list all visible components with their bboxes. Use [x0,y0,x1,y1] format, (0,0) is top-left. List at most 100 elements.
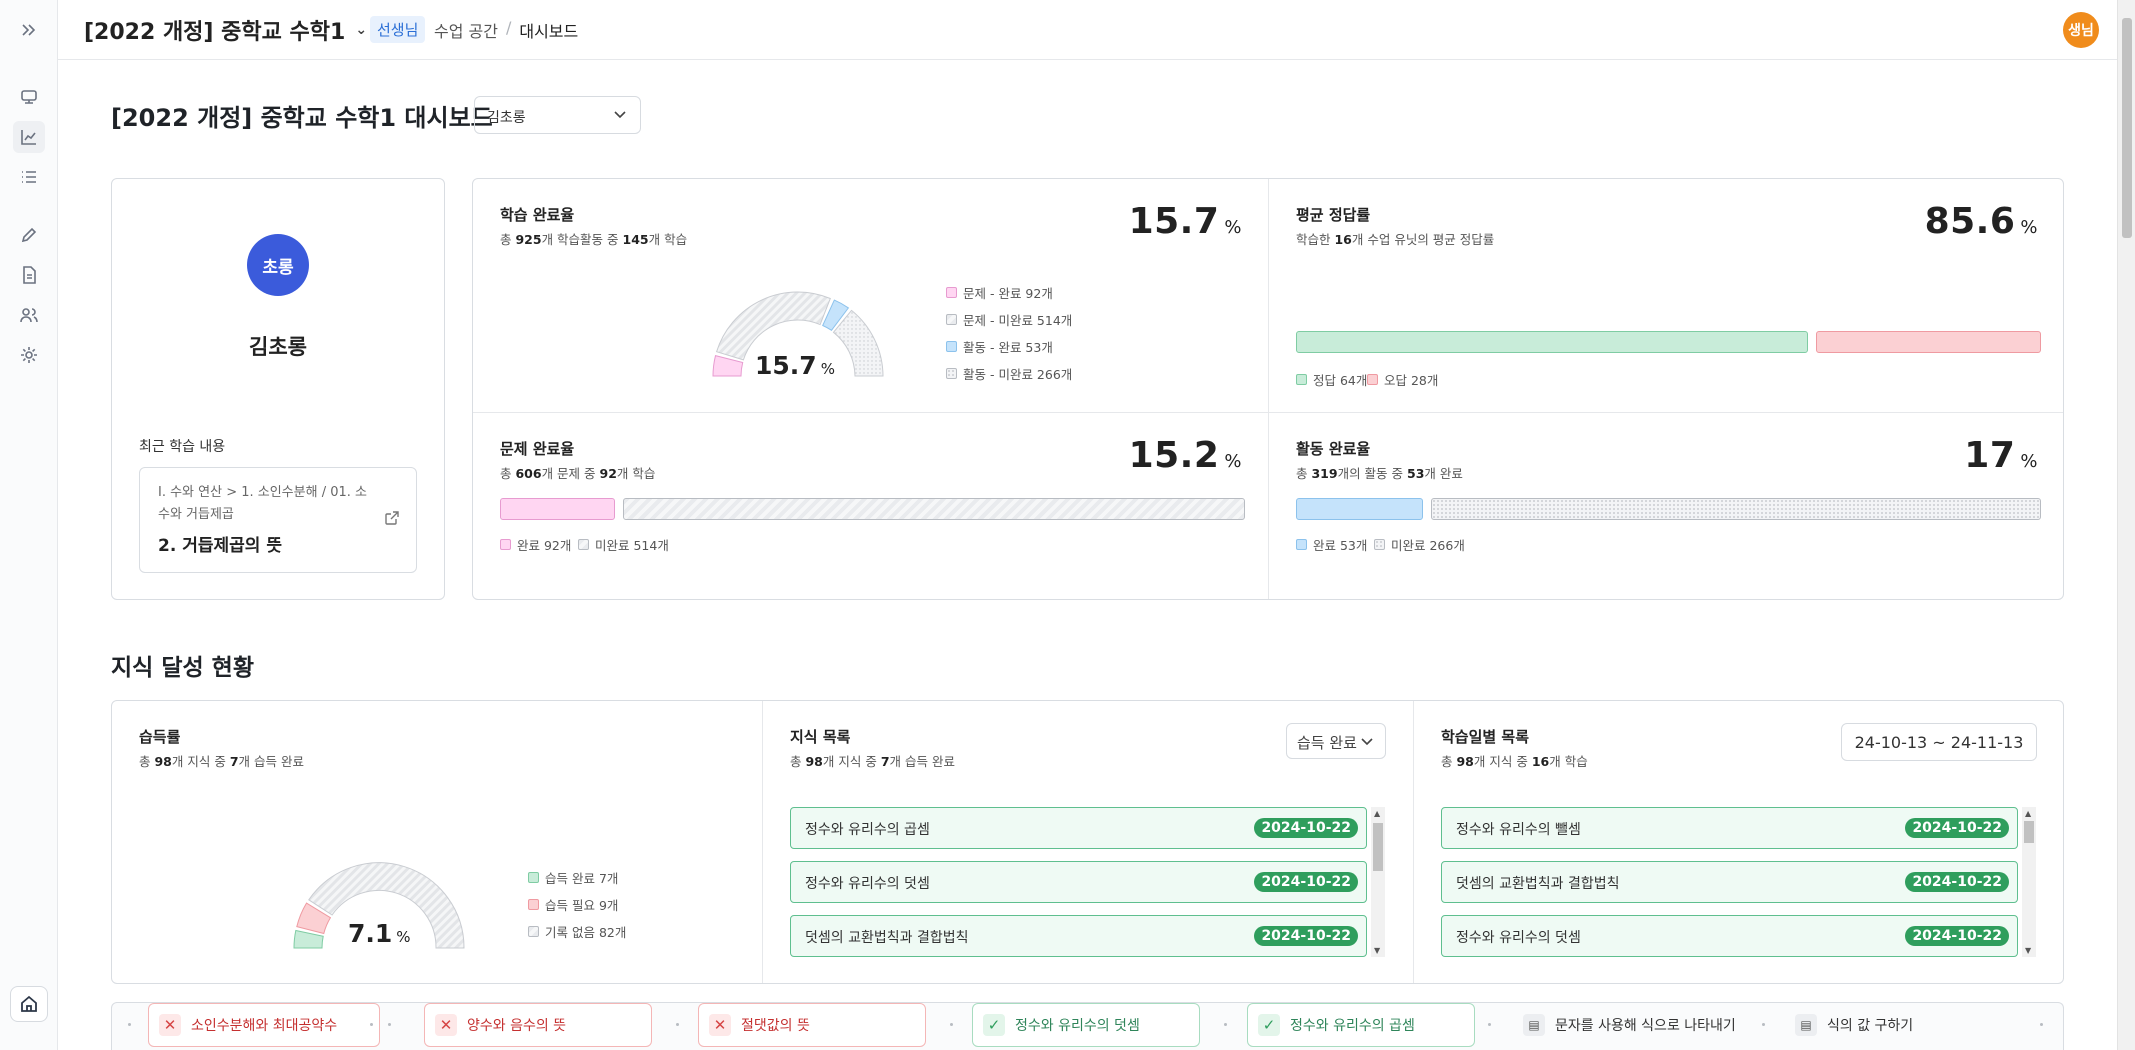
knowledge-list-item[interactable]: 정수와 유리수의 곱셈 2024-10-22 [790,807,1367,849]
problem-done-bar [500,498,615,520]
scrollbar-thumb[interactable] [2024,821,2034,843]
legend-swatch [1296,374,1307,385]
activity-completion-panel: 활동 완료율 총 319개의 활동 중 53개 완료 17% 완료 53개 미완… [1269,413,2064,601]
legend-acquired: 습득 완료 7개 [528,868,618,887]
knowledge-list-panel: 지식 목록 총 98개 지식 중 7개 습득 완료 습득 완료 정수와 유리수의… [763,701,1413,985]
student-select[interactable]: 김초롱 [474,96,641,134]
pencil-icon[interactable] [13,219,45,251]
users-icon[interactable] [13,299,45,331]
dashboard-chart-icon[interactable] [13,121,45,153]
path-dot [1488,1023,1491,1026]
page-scrollbar[interactable] [2117,0,2135,1050]
date-badge: 2024-10-22 [1254,926,1358,946]
acquisition-gauge-label: 7.1% [348,919,411,948]
list-icon[interactable] [13,161,45,193]
breadcrumb-separator: / [505,18,512,37]
knowledge-list-item[interactable]: 덧셈의 교환법칙과 결합법칙 2024-10-22 [790,915,1367,957]
legend-swatch [528,926,539,937]
problem-completion-panel: 문제 완료율 총 606개 문제 중 92개 학습 15.2% 완료 92개 미… [473,413,1268,601]
x-icon: ✕ [159,1014,181,1036]
learning-path-strip: ✕ 소인수분해와 최대공약수 ✕ 양수와 음수의 뜻 ✕ 절댓값의 뜻 ✓ 정수와 유리… [111,1002,2064,1050]
x-icon: ✕ [435,1014,457,1036]
recent-learning-label: 최근 학습 내용 [139,439,226,455]
date-badge: 2024-10-22 [1905,818,2009,838]
legend-needs-learning: 습득 필요 9개 [528,895,618,914]
path-dot [388,1023,391,1026]
scrollbar-thumb[interactable] [1373,823,1383,871]
path-chip[interactable]: ▤ 문자를 사용해 식으로 나타내기 [1512,1003,1780,1047]
learning-completion-subtitle: 총 925개 학습활동 중 145개 학습 [500,232,688,247]
scroll-down-icon[interactable]: ▼ [2025,946,2031,955]
knowledge-list-item[interactable]: 정수와 유리수의 덧셈 2024-10-22 [790,861,1367,903]
avg-correct-title: 평균 정답률 [1296,206,1371,224]
path-dot [950,1023,953,1026]
path-chip[interactable]: ✓ 정수와 유리수의 덧셈 [972,1003,1200,1047]
path-chip[interactable]: ✕ 절댓값의 뜻 [698,1003,926,1047]
avg-correct-value: 85.6% [1924,201,2038,242]
legend-problem-undone: 미완료 514개 [578,535,669,554]
expand-sidebar-icon[interactable] [13,14,45,46]
acquisition-panel: 습득률 총 98개 지식 중 7개 습득 완료 7.1% 습득 완료 7개 습득… [112,701,762,985]
legend-swatch [1374,539,1385,550]
activity-undone-bar [1431,498,2041,520]
date-badge: 2024-10-22 [1254,818,1358,838]
home-icon[interactable] [10,986,48,1022]
learning-completion-panel: 학습 완료율 총 925개 학습활동 중 145개 학습 15.7% 15.7%… [473,179,1268,412]
recent-learning-title: 2. 거듭제곱의 뜻 [158,536,282,556]
path-dot [2040,1023,2043,1026]
path-chip[interactable]: ✓ 정수와 유리수의 곱셈 [1247,1003,1475,1047]
document-icon[interactable] [13,259,45,291]
daily-list-item[interactable]: 정수와 유리수의 덧셈 2024-10-22 [1441,915,2018,957]
activity-completion-subtitle: 총 319개의 활동 중 53개 완료 [1296,466,1463,481]
path-chip[interactable]: ✕ 양수와 음수의 뜻 [424,1003,652,1047]
daily-list-title: 학습일별 목록 [1441,728,1530,746]
activity-completion-value: 17% [1964,435,2038,476]
recent-learning-item[interactable]: I. 수와 연산 > 1. 소인수분해 / 01. 소수와 거듭제곱 2. 거듭… [139,467,417,573]
date-badge: 2024-10-22 [1905,926,2009,946]
course-selector[interactable]: [2022 개정] 중학교 수학1 ⌄ [84,14,367,46]
check-icon: ✓ [1258,1014,1280,1036]
daily-list-subtitle: 총 98개 지식 중 16개 학습 [1441,754,1588,769]
student-name: 김초롱 [249,335,307,359]
date-range-picker[interactable]: 24-10-13 ~ 24-11-13 [1841,723,2037,761]
path-chip[interactable]: ▤ 식의 값 구하기 [1784,1003,1984,1047]
external-link-icon[interactable] [384,510,400,526]
list-scrollbar[interactable]: ▲ ▼ [1371,807,1385,957]
settings-gear-icon[interactable] [13,339,45,371]
breadcrumb-dashboard: 대시보드 [519,22,579,41]
breadcrumb-class-space[interactable]: 수업 공간 [434,18,498,42]
daily-list-item[interactable]: 정수와 유리수의 뺄셈 2024-10-22 [1441,807,2018,849]
legend-problem-done: 완료 92개 [500,535,571,554]
list-scrollbar[interactable]: ▲ ▼ [2022,807,2036,957]
status-filter-select[interactable]: 습득 완료 [1286,723,1386,759]
activity-done-bar [1296,498,1423,520]
legend-swatch [946,314,957,325]
daily-list-panel: 학습일별 목록 총 98개 지식 중 16개 학습 24-10-13 ~ 24-… [1414,701,2064,985]
path-chip[interactable]: ✕ 소인수분해와 최대공약수 [148,1003,380,1047]
top-header: [2022 개정] 중학교 수학1 ⌄ 선생님 수업 공간 / 대시보드 생님 [58,0,2117,60]
scroll-up-icon[interactable]: ▲ [2025,809,2031,818]
path-dot [676,1023,679,1026]
path-dot [370,1023,373,1026]
sidebar [0,0,58,1050]
scroll-down-icon[interactable]: ▼ [1374,946,1380,955]
user-avatar[interactable]: 생님 [2063,12,2099,48]
classroom-icon[interactable] [13,81,45,113]
student-profile-card: 초롱 김초롱 최근 학습 내용 I. 수와 연산 > 1. 소인수분해 / 01… [111,178,445,600]
legend-swatch [946,341,957,352]
legend-swatch [500,539,511,550]
chevron-down-icon: ⌄ [355,22,368,38]
date-badge: 2024-10-22 [1905,872,2009,892]
course-title: [2022 개정] 중학교 수학1 [84,20,346,45]
legend-activity-done: 활동 - 완료 53개 [946,337,1053,356]
problem-undone-bar [623,498,1245,520]
scroll-up-icon[interactable]: ▲ [1374,809,1380,818]
legend-swatch [528,899,539,910]
scrollbar-thumb[interactable] [2122,18,2132,238]
legend-correct: 정답 64개 [1296,370,1367,389]
chevron-down-icon [614,111,626,119]
problem-completion-subtitle: 총 606개 문제 중 92개 학습 [500,466,656,481]
daily-list-item[interactable]: 덧셈의 교환법칙과 결합법칙 2024-10-22 [1441,861,2018,903]
wrong-bar [1816,331,2041,353]
problem-completion-value: 15.2% [1128,435,1242,476]
